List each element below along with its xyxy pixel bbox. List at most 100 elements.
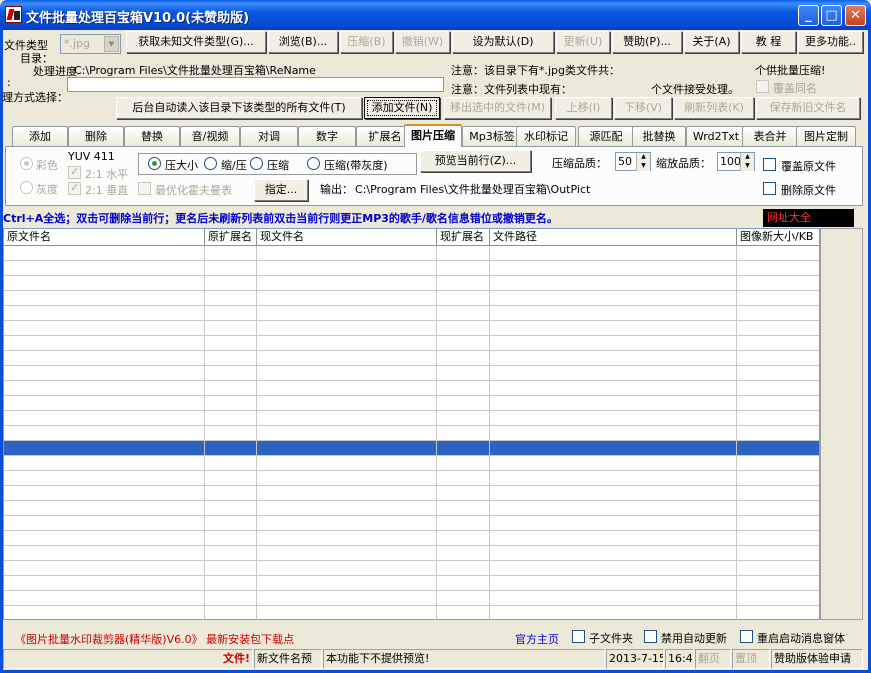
table-row[interactable] (4, 381, 819, 396)
minimize-button[interactable]: _ (798, 5, 819, 26)
status-new-name-preview: 新文件名预 (254, 649, 322, 669)
tab-item[interactable]: 数字 (298, 126, 356, 146)
tab-item[interactable]: 图片定制 (796, 126, 856, 146)
column-header[interactable]: 图像新大小/KB (737, 229, 819, 246)
no-autoupdate-checkbox[interactable] (644, 630, 657, 643)
spin-down-icon[interactable]: ▼ (636, 162, 650, 171)
size-radio[interactable] (148, 157, 161, 170)
table-row[interactable] (4, 321, 819, 336)
column-header[interactable]: 文件路径 (490, 229, 737, 246)
table-row[interactable] (4, 291, 819, 306)
tab-item[interactable]: 批替换 (632, 126, 686, 146)
table-row[interactable] (4, 351, 819, 366)
table-row[interactable] (4, 516, 819, 531)
column-divider (489, 246, 490, 619)
table-row[interactable] (4, 426, 819, 441)
promo-download-link[interactable]: 《图片批量水印裁剪器(精华版)V6.0》 最新安装包下载点 (15, 631, 294, 647)
table-row[interactable] (4, 561, 819, 576)
table-row[interactable] (4, 396, 819, 411)
compress-gray-radio[interactable] (307, 157, 320, 170)
table-row[interactable] (4, 531, 819, 546)
tab-item[interactable]: 对调 (240, 126, 298, 146)
compress-button[interactable]: 压缩(B) (340, 31, 393, 53)
tutorial-button[interactable]: 教 程 (741, 31, 796, 53)
sponsor-button[interactable]: 赞助(P)... (612, 31, 682, 53)
table-row[interactable] (4, 411, 819, 426)
undo-button[interactable]: 撤销(W) (395, 31, 450, 53)
subfolder-label: 子文件夹 (589, 632, 633, 645)
remove-selected-button[interactable]: 移出选中的文件(M) (444, 97, 551, 119)
gray-radio[interactable] (20, 181, 33, 194)
table-row[interactable] (4, 576, 819, 591)
subfolder-checkbox[interactable] (572, 630, 585, 643)
compress-radio[interactable] (250, 157, 263, 170)
save-names-button[interactable]: 保存新旧文件名 (756, 97, 860, 119)
pin-top-button[interactable]: 置顶 (732, 649, 770, 669)
table-row[interactable] (4, 606, 819, 619)
flip-page-button[interactable]: 翻页 (695, 649, 731, 669)
close-button[interactable]: ✕ (845, 5, 866, 26)
specify-button[interactable]: 指定... (254, 179, 308, 201)
move-up-button[interactable]: 上移(I) (555, 97, 612, 119)
overwrite-original-label: 覆盖原文件 (781, 160, 836, 173)
column-header[interactable]: 原文件名 (4, 229, 205, 246)
table-row[interactable] (4, 456, 819, 471)
h21-checkbox[interactable]: ✓ (68, 165, 81, 179)
tab-item[interactable]: 音/视频 (180, 126, 240, 146)
tab-item[interactable]: 源匹配 (578, 126, 634, 146)
spin-down-icon[interactable]: ▼ (740, 162, 754, 171)
file-list-table[interactable]: 原文件名 原扩展名 现文件名 现扩展名 文件路径 图像新大小/KB (3, 228, 820, 620)
overwrite-same-checkbox[interactable] (756, 80, 769, 93)
tab-item[interactable]: Wrd2Txt (686, 126, 746, 146)
column-header[interactable]: 原扩展名 (205, 229, 257, 246)
file-type-select[interactable]: *.jpg ▼ (60, 34, 121, 54)
column-header[interactable]: 现文件名 (257, 229, 437, 246)
table-row[interactable] (4, 336, 819, 351)
move-down-button[interactable]: 下移(V) (614, 97, 672, 119)
tab-item[interactable]: 图片压缩 (404, 124, 462, 147)
website-link[interactable]: 网址大全 (763, 209, 854, 227)
table-row[interactable] (4, 366, 819, 381)
table-row[interactable] (4, 486, 819, 501)
restart-msg-checkbox[interactable] (740, 630, 753, 643)
about-button[interactable]: 关于(A) (684, 31, 739, 53)
get-unknown-types-button[interactable]: 获取未知文件类型(G)... (126, 31, 266, 53)
tab-item[interactable]: 表合并 (742, 126, 798, 146)
more-features-button[interactable]: 更多功能.. (798, 31, 863, 53)
auto-read-button[interactable]: 后台自动读入该目录下该类型的所有文件(T) (116, 97, 362, 119)
table-row[interactable] (4, 471, 819, 486)
browse-button[interactable]: 浏览(B)... (268, 31, 338, 53)
quality-spinner[interactable]: 50 ▲ ▼ (615, 152, 651, 171)
zoom-radio[interactable] (204, 157, 217, 170)
add-files-button[interactable]: 添加文件(N) (364, 97, 440, 119)
overwrite-original-checkbox[interactable] (763, 158, 776, 171)
color-radio[interactable] (20, 157, 33, 170)
set-default-button[interactable]: 设为默认(D) (452, 31, 554, 53)
v21-checkbox[interactable]: ✓ (68, 181, 81, 195)
tab-item[interactable]: 水印标记 (516, 126, 576, 146)
delete-original-checkbox[interactable] (763, 182, 776, 195)
table-row[interactable] (4, 306, 819, 321)
maximize-button[interactable]: □ (821, 5, 842, 26)
table-row[interactable] (4, 261, 819, 276)
table-row[interactable] (4, 246, 819, 261)
table-row[interactable] (4, 276, 819, 291)
trial-apply-button[interactable]: 赞助版体验申请 (771, 649, 863, 669)
tab-item[interactable]: Mp3标签 (462, 126, 522, 146)
table-row[interactable] (4, 501, 819, 516)
official-home-link[interactable]: 官方主页 (515, 631, 559, 647)
tab-item[interactable]: 添加 (12, 126, 68, 146)
update-button[interactable]: 更新(U) (556, 31, 610, 53)
preview-current-row-button[interactable]: 预览当前行(Z)... (420, 150, 531, 172)
tab-item[interactable]: 删除 (68, 126, 124, 146)
table-row[interactable] (4, 591, 819, 606)
spin-up-icon[interactable]: ▲ (740, 153, 754, 162)
table-row[interactable] (4, 546, 819, 561)
column-header[interactable]: 现扩展名 (437, 229, 490, 246)
refresh-list-button[interactable]: 刷新列表(K) (674, 97, 754, 119)
table-row[interactable] (4, 441, 819, 456)
spin-up-icon[interactable]: ▲ (636, 153, 650, 162)
optimize-checkbox[interactable] (138, 182, 151, 195)
zoom-quality-spinner[interactable]: 100 ▲ ▼ (717, 152, 755, 171)
tab-item[interactable]: 替换 (124, 126, 180, 146)
